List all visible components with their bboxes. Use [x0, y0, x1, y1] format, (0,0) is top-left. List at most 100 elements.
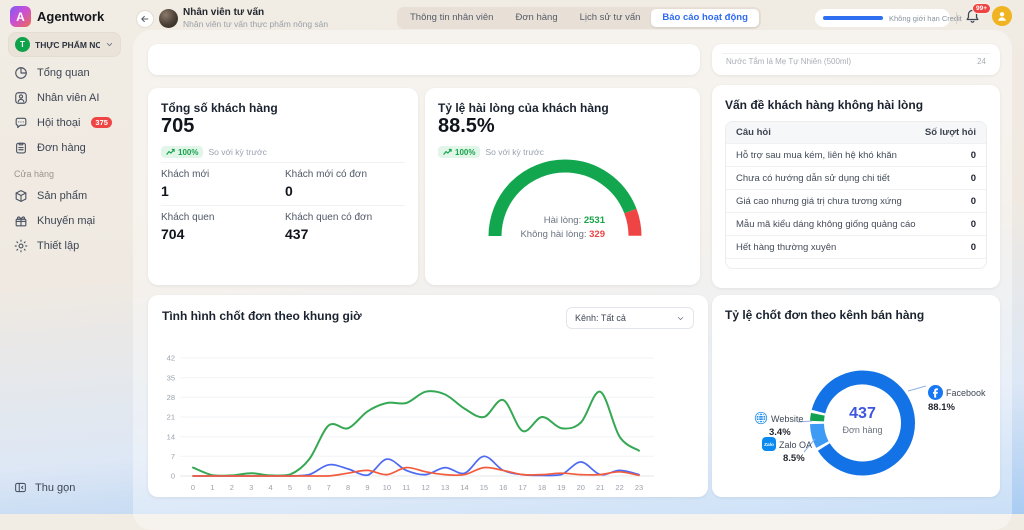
notification-count-badge: 99+: [972, 3, 991, 14]
sidebar-item-label: Khuyến mại: [37, 215, 95, 227]
chat-icon: [14, 116, 28, 130]
workspace-avatar: T: [15, 37, 30, 52]
row-divider: [722, 53, 990, 54]
logo-letter: A: [16, 10, 25, 24]
sidebar-item-tong-quan[interactable]: Tổng quan: [0, 60, 133, 85]
svg-text:0: 0: [171, 472, 175, 481]
collapse-sidebar-button[interactable]: Thu gọn: [14, 481, 75, 494]
donut-center: 437 Đơn hàng: [815, 405, 910, 435]
total-orders-label: Đơn hàng: [815, 425, 910, 435]
gift-icon: [14, 214, 28, 228]
stat-value: 1: [161, 183, 169, 199]
credit-progress-bar: [823, 16, 883, 20]
table-row: Giá cao nhưng giá trị chưa tương xứng0: [726, 189, 986, 212]
person-icon: [995, 9, 1009, 23]
workspace-selector[interactable]: T THỰC PHẨM NO...: [8, 32, 121, 57]
customers-card: Tổng số khách hàng 705 100% So với kỳ tr…: [148, 88, 418, 285]
app-name: Agentwork: [37, 9, 104, 24]
partial-card-right: Nước Tắm lá Mẹ Tự Nhiên (500ml) 24: [712, 44, 1000, 75]
tab-don-hang[interactable]: Đơn hàng: [504, 9, 568, 27]
tab-bar: Thông tin nhân viên Đơn hàng Lịch sử tư …: [397, 7, 761, 29]
divider: [161, 205, 405, 206]
svg-text:6: 6: [307, 483, 311, 492]
sidebar-nav: Tổng quan Nhân viên AI Hội thoại 375 Đơn…: [0, 60, 133, 258]
negative-value: 329: [589, 229, 605, 240]
back-button[interactable]: [136, 10, 154, 28]
sidebar-item-san-pham[interactable]: Sản phẩm: [0, 183, 133, 208]
collapse-icon: [14, 481, 27, 494]
sidebar-item-label: Tổng quan: [37, 67, 90, 79]
collapse-label: Thu gọn: [35, 482, 75, 494]
total-customers-value: 705: [161, 115, 194, 138]
user-avatar[interactable]: [992, 6, 1012, 26]
credit-indicator[interactable]: Không giới hạn Credit: [815, 9, 950, 27]
trend-up-icon: [443, 148, 452, 156]
credit-label: Không giới hạn Credit: [889, 14, 962, 23]
sidebar-item-hoi-thoai[interactable]: Hội thoại 375: [0, 110, 133, 135]
tab-thong-tin-nhan-vien[interactable]: Thông tin nhân viên: [399, 9, 504, 27]
svg-text:18: 18: [538, 483, 546, 492]
svg-text:2: 2: [230, 483, 234, 492]
table-row: Nước Tắm lá Mẹ Tự Nhiên (500ml) 24: [726, 57, 986, 66]
negative-label: Không hài lòng:: [520, 229, 586, 240]
table-header: Câu hỏi Số lượt hỏi: [726, 122, 986, 143]
consultant-avatar: [159, 9, 178, 28]
svg-text:10: 10: [383, 483, 391, 492]
column-question: Câu hỏi: [736, 127, 771, 138]
conversation-count-badge: 375: [91, 117, 112, 128]
filter-label: Kênh: Tất cả: [575, 313, 626, 323]
svg-text:Zalo: Zalo: [764, 442, 774, 448]
svg-text:19: 19: [557, 483, 565, 492]
stat-value: 704: [161, 226, 184, 242]
sidebar-item-nhan-vien-ai[interactable]: Nhân viên AI: [0, 85, 133, 110]
stat-value: 0: [285, 183, 293, 199]
header-divider: [956, 12, 957, 24]
stat-label: Khách quen: [161, 212, 214, 223]
svg-text:42: 42: [167, 354, 175, 363]
page-title: Nhân viên tư vấn: [183, 7, 328, 18]
legend-facebook-pct: 88.1%: [928, 402, 955, 413]
svg-text:14: 14: [460, 483, 468, 492]
page-subtitle: Nhân viên tư vấn thực phẩm nông sản: [183, 19, 328, 29]
table-footer: [726, 258, 986, 268]
legend-zalo-label: Zalo OA: [779, 440, 812, 450]
svg-text:11: 11: [402, 483, 410, 492]
table-row: Hết hàng thường xuyên0: [726, 235, 986, 258]
table-row: Hỗ trợ sau mua kém, liên hệ khó khăn0: [726, 143, 986, 166]
sidebar-item-label: Đơn hàng: [37, 142, 86, 154]
stat-label: Khách quen có đơn: [285, 212, 372, 223]
hourly-line-chart: 0714212835420123456789101112131415161718…: [156, 339, 704, 495]
arrow-left-icon: [140, 14, 150, 24]
svg-text:1: 1: [210, 483, 214, 492]
page-header: Nhân viên tư vấn Nhân viên tư vấn thực p…: [183, 7, 328, 29]
card-title: Tỷ lệ hài lòng của khách hàng: [438, 101, 609, 115]
svg-text:9: 9: [365, 483, 369, 492]
sidebar-item-don-hang[interactable]: Đơn hàng: [0, 135, 133, 160]
website-globe-icon: [754, 411, 768, 425]
channel-filter-dropdown[interactable]: Kênh: Tất cả: [566, 307, 694, 329]
tab-lich-su-tu-van[interactable]: Lịch sử tư vấn: [569, 9, 652, 27]
row-text: Nước Tắm lá Mẹ Tự Nhiên (500ml): [726, 57, 851, 66]
partial-card-left: [148, 44, 700, 75]
agentwork-logo-icon: A: [10, 6, 31, 27]
svg-text:3: 3: [249, 483, 253, 492]
svg-text:20: 20: [577, 483, 585, 492]
issues-card: Vấn đề khách hàng không hài lòng Câu hỏi…: [712, 85, 1000, 288]
svg-text:35: 35: [167, 373, 175, 382]
sidebar-item-thiet-lap[interactable]: Thiết lập: [0, 233, 133, 258]
trend-note: So với kỳ trước: [208, 147, 266, 157]
svg-text:0: 0: [191, 483, 195, 492]
svg-text:16: 16: [499, 483, 507, 492]
svg-text:21: 21: [596, 483, 604, 492]
total-orders-value: 437: [815, 405, 910, 423]
pie-chart-icon: [14, 66, 28, 80]
workspace-name: THỰC PHẨM NO...: [35, 40, 100, 50]
tab-bao-cao-hoat-dong[interactable]: Báo cáo hoạt động: [651, 9, 759, 27]
svg-text:7: 7: [171, 452, 175, 461]
svg-text:28: 28: [167, 393, 175, 402]
facebook-icon: [928, 385, 943, 400]
gauge-labels: Hài lòng: 2531 Không hài lòng: 329: [461, 214, 605, 242]
sidebar-item-khuyen-mai[interactable]: Khuyến mại: [0, 208, 133, 233]
sidebar-item-label: Sản phẩm: [37, 190, 87, 202]
zalo-icon: Zalo: [762, 437, 776, 451]
